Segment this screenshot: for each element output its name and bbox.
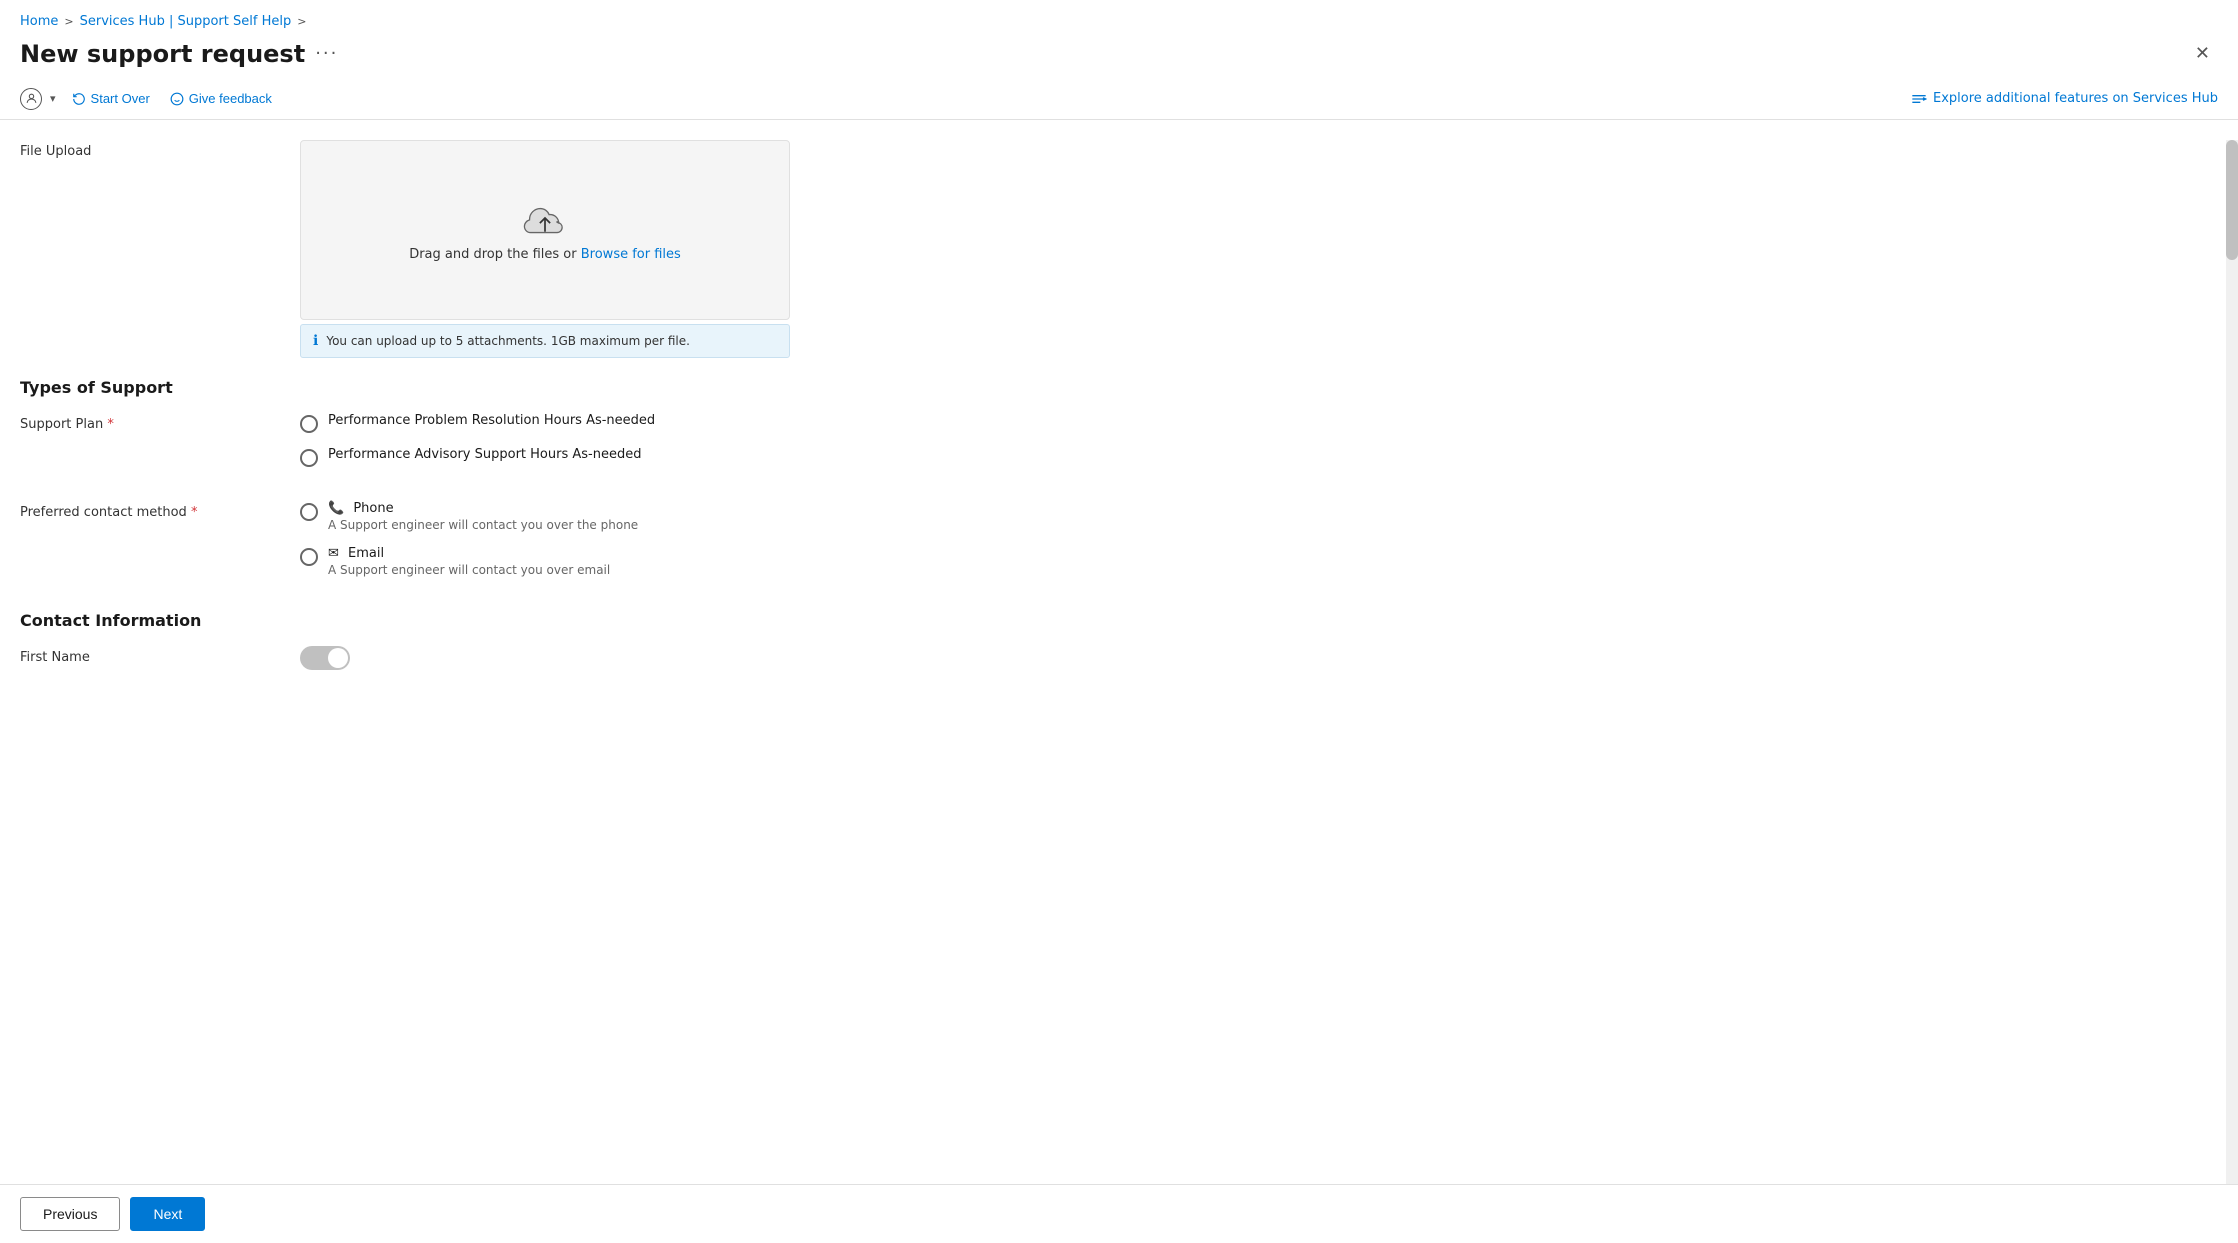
upload-info-text: You can upload up to 5 attachments. 1GB …: [326, 334, 690, 348]
breadcrumb-arrow: >: [297, 15, 306, 28]
first-name-row: First Name: [20, 646, 2218, 674]
close-button[interactable]: ✕: [2187, 39, 2218, 68]
explore-features-link[interactable]: Explore additional features on Services …: [1911, 91, 2218, 106]
support-plan-option-2[interactable]: Performance Advisory Support Hours As-ne…: [300, 447, 2218, 467]
support-plan-option-1-label: Performance Problem Resolution Hours As-…: [328, 413, 655, 428]
start-over-label: Start Over: [91, 91, 150, 106]
breadcrumb-current[interactable]: Services Hub | Support Self Help: [80, 14, 292, 29]
support-plan-required: *: [107, 417, 114, 432]
previous-button[interactable]: Previous: [20, 1197, 120, 1231]
first-name-toggle[interactable]: [300, 646, 350, 670]
breadcrumb-sep1: >: [64, 15, 73, 28]
toolbar: ▾ Start Over Give feedback Explore a: [0, 78, 2238, 120]
start-over-icon: [72, 92, 86, 106]
page-title-bar: New support request ··· ✕: [0, 35, 2238, 78]
next-button[interactable]: Next: [130, 1197, 205, 1231]
preferred-contact-label: Preferred contact method *: [20, 501, 300, 520]
contact-email-sublabel: A Support engineer will contact you over…: [328, 563, 610, 577]
give-feedback-label: Give feedback: [189, 91, 272, 106]
file-upload-label: File Upload: [20, 140, 300, 159]
contact-phone-option[interactable]: 📞 Phone A Support engineer will contact …: [300, 501, 2218, 532]
first-name-label: First Name: [20, 646, 300, 665]
toolbar-left: ▾ Start Over Give feedback: [20, 86, 280, 111]
give-feedback-icon: [170, 92, 184, 106]
support-plan-option-1[interactable]: Performance Problem Resolution Hours As-…: [300, 413, 2218, 433]
contact-email-option[interactable]: ✉ Email A Support engineer will contact …: [300, 546, 2218, 577]
contact-phone-sublabel: A Support engineer will contact you over…: [328, 518, 638, 532]
support-plan-options: Performance Problem Resolution Hours As-…: [300, 413, 2218, 481]
radio-circle-email[interactable]: [300, 548, 318, 566]
preferred-contact-options: 📞 Phone A Support engineer will contact …: [300, 501, 2218, 591]
main-content: File Upload Drag and drop the files or B…: [0, 120, 2238, 1208]
support-plan-option-2-label: Performance Advisory Support Hours As-ne…: [328, 447, 641, 462]
contact-email-label: ✉ Email: [328, 546, 610, 561]
radio-circle-2[interactable]: [300, 449, 318, 467]
contact-information-heading: Contact Information: [20, 611, 2218, 630]
support-plan-label: Support Plan *: [20, 413, 300, 432]
upload-info: ℹ You can upload up to 5 attachments. 1G…: [300, 324, 790, 358]
file-upload-dropzone[interactable]: Drag and drop the files or Browse for fi…: [300, 140, 790, 320]
preferred-contact-required: *: [191, 505, 198, 520]
support-plan-row: Support Plan * Performance Problem Resol…: [20, 413, 2218, 481]
phone-icon: 📞: [328, 501, 344, 516]
page-title: New support request: [20, 40, 305, 68]
file-upload-content: Drag and drop the files or Browse for fi…: [300, 140, 2218, 358]
upload-text: Drag and drop the files or Browse for fi…: [409, 247, 681, 262]
more-options-button[interactable]: ···: [315, 43, 338, 64]
radio-circle-phone[interactable]: [300, 503, 318, 521]
types-of-support-heading: Types of Support: [20, 378, 2218, 397]
give-feedback-button[interactable]: Give feedback: [162, 86, 280, 111]
first-name-content: [300, 646, 2218, 674]
user-avatar[interactable]: [20, 88, 42, 110]
user-dropdown-arrow[interactable]: ▾: [46, 87, 60, 110]
contact-phone-label: 📞 Phone: [328, 501, 638, 516]
explore-label: Explore additional features on Services …: [1933, 91, 2218, 106]
upload-cloud-icon: [521, 199, 569, 237]
start-over-button[interactable]: Start Over: [64, 86, 158, 111]
explore-icon: [1911, 92, 1927, 106]
bottom-navigation: Previous Next: [0, 1184, 2238, 1243]
breadcrumb: Home > Services Hub | Support Self Help …: [0, 0, 2238, 35]
email-icon: ✉: [328, 546, 339, 561]
breadcrumb-home[interactable]: Home: [20, 14, 58, 29]
browse-files-link-text[interactable]: Browse for files: [581, 247, 681, 262]
info-icon: ℹ: [313, 333, 318, 349]
radio-circle-1[interactable]: [300, 415, 318, 433]
file-upload-row: File Upload Drag and drop the files or B…: [20, 140, 2218, 358]
preferred-contact-row: Preferred contact method * 📞 Phone A Sup…: [20, 501, 2218, 591]
